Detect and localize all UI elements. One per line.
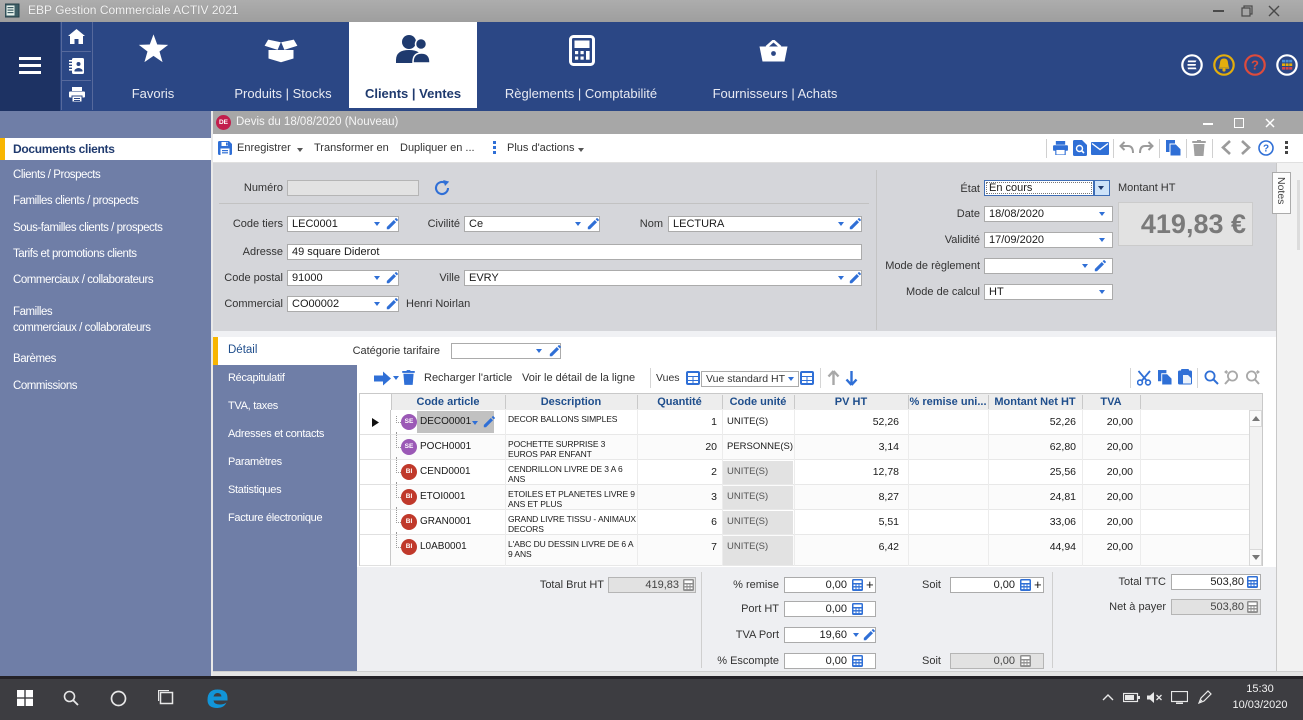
svg-text:?: ? <box>1263 144 1269 155</box>
svg-text:?: ? <box>1251 58 1259 73</box>
